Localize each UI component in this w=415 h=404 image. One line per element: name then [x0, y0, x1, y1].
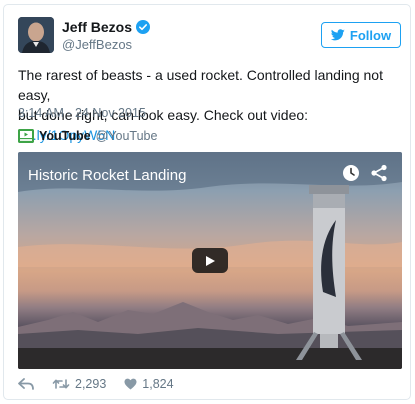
reply-icon	[18, 378, 34, 390]
like-button[interactable]: 1,824	[124, 377, 174, 391]
tweet-card: Jeff Bezos @JeffBezos Follow The rarest …	[3, 4, 411, 400]
video-player[interactable]: Historic Rocket Landing	[18, 152, 402, 369]
tweet-timestamp[interactable]: 3:14 AM - 24 Nov 2015	[18, 106, 146, 120]
verified-badge-icon	[136, 20, 151, 34]
avatar[interactable]	[18, 17, 54, 53]
retweet-button[interactable]: 2,293	[52, 377, 106, 391]
share-icon[interactable]	[370, 164, 388, 187]
display-name[interactable]: Jeff Bezos	[62, 19, 132, 35]
watch-later-icon[interactable]	[342, 164, 360, 187]
heart-icon	[124, 378, 137, 390]
like-count: 1,824	[142, 377, 174, 391]
source-handle[interactable]: @YouTube	[96, 129, 158, 143]
follow-button[interactable]: Follow	[321, 22, 401, 48]
follow-label: Follow	[349, 27, 392, 43]
twitter-bird-icon	[330, 29, 345, 41]
user-handle[interactable]: @JeffBezos	[62, 37, 150, 52]
play-icon	[206, 255, 215, 266]
display-name-row[interactable]: Jeff Bezos	[62, 19, 151, 35]
reply-button[interactable]	[18, 378, 34, 390]
retweet-icon	[52, 379, 70, 389]
tweet-text-line-1: The rarest of beasts - a used rocket. Co…	[18, 67, 383, 103]
media-source[interactable]: YouTube @YouTube	[18, 129, 157, 143]
source-name[interactable]: YouTube	[39, 129, 91, 143]
profile-photo-icon	[18, 17, 54, 53]
retweet-count: 2,293	[75, 377, 107, 391]
youtube-logo-icon	[18, 129, 34, 143]
video-title: Historic Rocket Landing	[28, 167, 187, 184]
play-button[interactable]	[192, 248, 228, 273]
tweet-actions: 2,293 1,824	[18, 377, 192, 391]
user-name-block: Jeff Bezos @JeffBezos	[62, 19, 151, 52]
